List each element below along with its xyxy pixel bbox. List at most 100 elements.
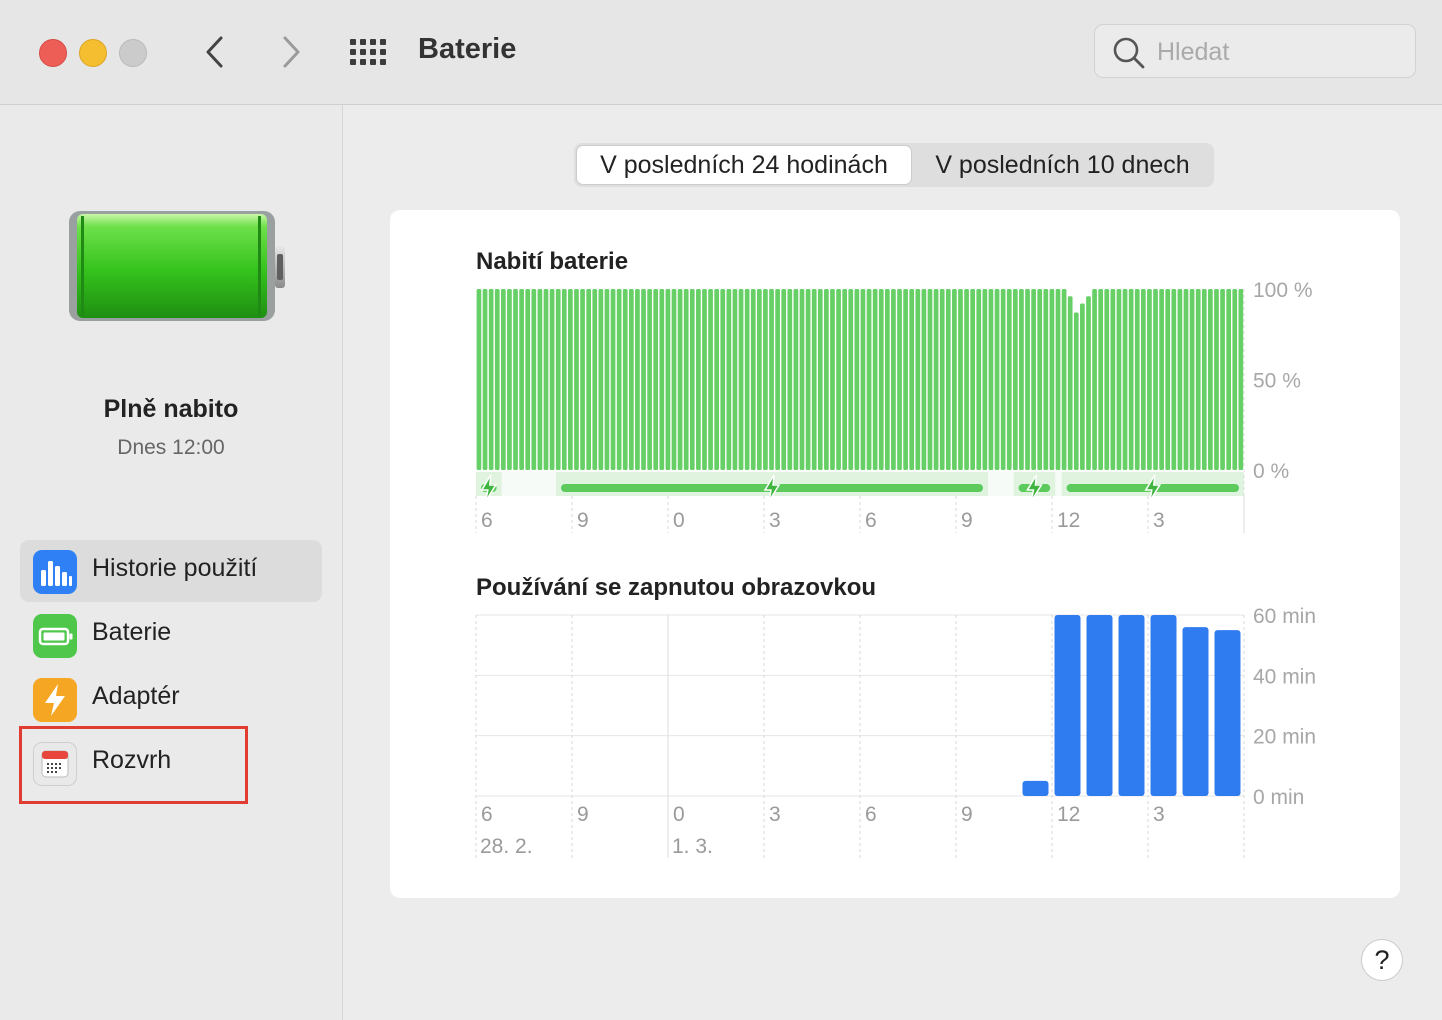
battery-level-bar xyxy=(628,289,634,470)
battery-level-bar xyxy=(1098,289,1104,470)
battery-level-bar xyxy=(549,289,555,470)
battery-level-bar xyxy=(580,289,585,470)
lightning-icon xyxy=(33,678,77,722)
battery-level-bar xyxy=(854,289,860,470)
usage-x-tick: 3 xyxy=(769,803,781,826)
usage-x-tick: 6 xyxy=(481,803,493,826)
battery-level-bar xyxy=(878,289,884,470)
battery-level-bar xyxy=(939,289,945,470)
battery-level-bar xyxy=(708,289,713,470)
battery-level-bar xyxy=(1226,289,1232,470)
battery-level-bar xyxy=(622,289,628,470)
battery-x-tick: 6 xyxy=(481,509,493,532)
battery-level-bar xyxy=(1165,289,1171,470)
search-input[interactable] xyxy=(1155,33,1409,71)
battery-y-tick: 0 % xyxy=(1253,460,1289,483)
battery-level-bar xyxy=(964,289,969,470)
toolbar: Baterie xyxy=(0,0,1442,105)
battery-level-bar xyxy=(1104,289,1110,470)
battery-level-bar xyxy=(750,289,756,470)
help-button[interactable]: ? xyxy=(1361,939,1403,981)
battery-level-bar xyxy=(805,289,811,470)
battery-y-tick: 50 % xyxy=(1253,370,1301,393)
usage-x-tick: 9 xyxy=(577,803,589,826)
battery-level-bar xyxy=(927,289,933,470)
battery-level-bar xyxy=(610,289,616,470)
zoom-window-button[interactable] xyxy=(119,39,147,67)
battery-level-bar xyxy=(1238,289,1244,470)
usage-bar xyxy=(1054,615,1081,796)
battery-level-bar xyxy=(744,289,750,470)
usage-bar xyxy=(1182,627,1209,796)
battery-level-bar xyxy=(933,289,939,470)
battery-level-bar xyxy=(738,289,744,470)
battery-level-bar xyxy=(671,289,677,470)
sidebar-item-adapter[interactable]: Adaptér xyxy=(20,668,322,730)
battery-level-bar xyxy=(756,289,762,470)
battery-level-bar xyxy=(543,289,549,470)
sidebar-item-label: Historie použití xyxy=(92,554,258,582)
battery-level-bar xyxy=(1201,289,1207,470)
battery-level-bar xyxy=(793,289,799,470)
battery-level-bar xyxy=(1147,289,1152,470)
minimize-window-button[interactable] xyxy=(79,39,107,67)
back-button[interactable] xyxy=(196,32,236,72)
battery-level-bar xyxy=(494,289,500,470)
battery-level-bar xyxy=(616,289,622,470)
battery-level-bar xyxy=(994,289,1000,470)
sidebar-item-usage-history[interactable]: Historie použití xyxy=(20,540,322,602)
battery-level-bar xyxy=(1177,289,1183,470)
battery-level-bar xyxy=(860,289,866,470)
battery-level-bar xyxy=(592,289,598,470)
battery-level-bar xyxy=(500,289,506,470)
battery-level-bar xyxy=(732,289,738,470)
search-field[interactable] xyxy=(1094,24,1416,78)
battery-level-bar xyxy=(726,289,732,470)
usage-x-tick: 12 xyxy=(1057,803,1080,826)
battery-level-bar xyxy=(1055,289,1061,470)
battery-x-tick: 0 xyxy=(673,509,685,532)
usage-chart-title: Používání se zapnutou obrazovkou xyxy=(476,574,876,601)
battery-level-bar xyxy=(781,289,787,470)
battery-level-bar xyxy=(665,289,671,470)
battery-full-icon xyxy=(69,211,285,321)
battery-level-bar xyxy=(1195,289,1201,470)
battery-level-bar xyxy=(1153,289,1158,470)
sidebar-item-label: Baterie xyxy=(92,618,172,646)
battery-x-tick: 6 xyxy=(865,509,877,532)
battery-level-bar xyxy=(1122,289,1128,470)
chevron-right-icon xyxy=(283,36,300,68)
forward-button[interactable] xyxy=(270,32,310,72)
battery-level-bar xyxy=(811,289,817,470)
sidebar-item-battery[interactable]: Baterie xyxy=(20,604,322,666)
close-window-button[interactable] xyxy=(39,39,67,67)
battery-level-bar xyxy=(836,289,841,470)
battery-level-bar xyxy=(677,289,683,470)
battery-level-bar xyxy=(952,289,957,470)
battery-x-tick: 3 xyxy=(1153,509,1165,532)
battery-level-bar xyxy=(884,289,890,470)
usage-date-label: 1. 3. xyxy=(672,835,713,858)
battery-level-bar xyxy=(1140,289,1146,470)
battery-level-bar xyxy=(482,289,488,470)
usage-y-tick: 40 min xyxy=(1253,665,1316,688)
battery-level-bar xyxy=(531,289,537,470)
usage-y-tick: 20 min xyxy=(1253,726,1316,749)
time-range-segmented-control: V posledních 24 hodinách V posledních 10… xyxy=(574,143,1214,187)
charts-panel: Nabití baterie 100 % 50 % 0 % 6 9 0 3 6 9 12 3 Použí… xyxy=(390,210,1400,898)
battery-level-bar xyxy=(1049,289,1055,470)
battery-level-bar xyxy=(647,289,652,470)
show-all-preferences-button[interactable] xyxy=(350,35,390,69)
battery-level-bar xyxy=(1080,303,1085,470)
battery-level-bar xyxy=(921,289,927,470)
tab-last-10-days[interactable]: V posledních 10 dnech xyxy=(914,146,1211,184)
battery-level-bar xyxy=(476,289,482,470)
battery-level-bar xyxy=(1208,289,1213,470)
battery-x-tick: 3 xyxy=(769,509,781,532)
battery-level-bar xyxy=(824,289,829,470)
usage-bar xyxy=(1086,615,1113,796)
charts-svg: Nabití baterie 100 % 50 % 0 % 6 9 0 3 6 9 12 3 Použí… xyxy=(475,248,1316,858)
usage-x-tick: 3 xyxy=(1153,803,1165,826)
tab-last-24-hours[interactable]: V posledních 24 hodinách xyxy=(577,146,911,184)
usage-bar xyxy=(1214,630,1241,796)
